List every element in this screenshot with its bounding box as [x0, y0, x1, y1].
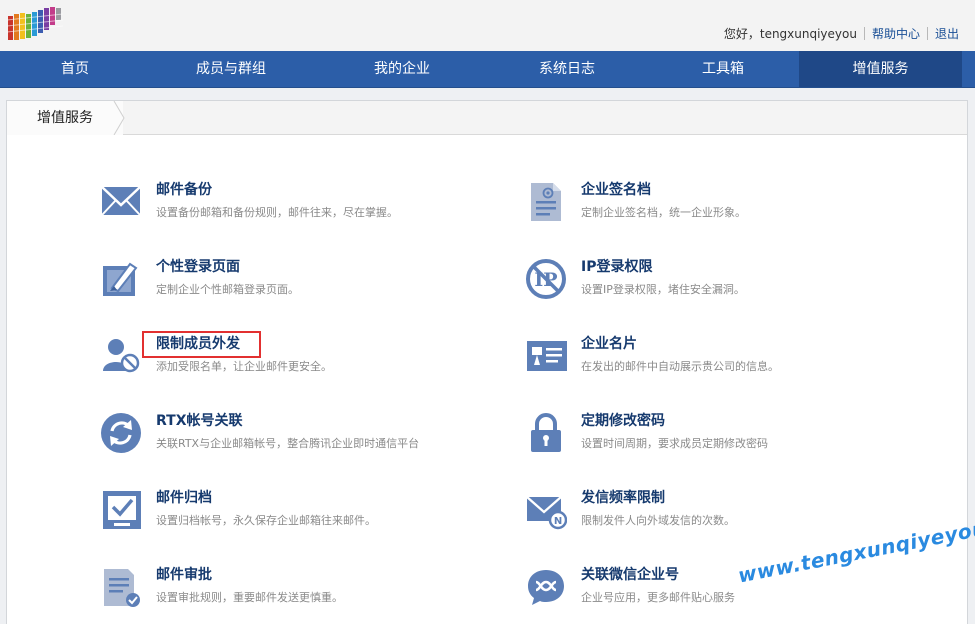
- service-title: 邮件审批: [156, 567, 212, 583]
- service-title: 企业签名档: [581, 182, 651, 198]
- service-custom-login-page[interactable]: 个性登录页面 定制企业个性邮箱登录页面。: [100, 258, 480, 318]
- service-title: 限制成员外发: [156, 336, 240, 352]
- brush-page-icon: [103, 262, 138, 296]
- logout-link[interactable]: 退出: [935, 27, 959, 41]
- service-desc: 在发出的邮件中自动展示贵公司的信息。: [581, 360, 779, 373]
- breadcrumb-arrow-icon: [110, 101, 125, 135]
- svg-text:N: N: [554, 516, 562, 527]
- user-links: 您好，tengxunqiyeyou 帮助中心 退出: [724, 25, 959, 42]
- service-mail-archive[interactable]: 邮件归档 设置归档帐号，永久保存企业邮箱往来邮件。: [100, 489, 480, 549]
- service-business-card[interactable]: 企业名片 在发出的邮件中自动展示贵公司的信息。: [525, 335, 905, 395]
- breadcrumb: 增值服务: [7, 101, 967, 135]
- service-title: 个性登录页面: [156, 259, 240, 275]
- breadcrumb-label: 增值服务: [37, 110, 93, 126]
- service-title: IP登录权限: [581, 259, 653, 275]
- signature-doc-icon: [531, 183, 561, 221]
- service-title: 发信频率限制: [581, 490, 665, 506]
- lock-icon: [531, 413, 561, 452]
- nav-home[interactable]: 首页: [0, 51, 150, 87]
- service-enterprise-signature[interactable]: 企业签名档 定制企业签名档，统一企业形象。: [525, 181, 905, 241]
- service-title: RTX帐号关联: [156, 413, 243, 429]
- sync-icon: [101, 413, 141, 453]
- service-periodic-password-change[interactable]: 定期修改密码 设置时间周期，要求成员定期修改密码: [525, 412, 905, 472]
- service-desc: 设置IP登录权限，堵住安全漏洞。: [581, 283, 745, 296]
- service-desc: 限制发件人向外域发信的次数。: [581, 514, 735, 527]
- service-rtx-account-link[interactable]: RTX帐号关联 关联RTX与企业邮箱帐号，整合腾讯企业即时通信平台: [100, 412, 480, 472]
- service-desc: 设置审批规则，重要邮件发送更慎重。: [156, 591, 343, 604]
- service-title: 邮件归档: [156, 490, 212, 506]
- service-desc: 设置归档帐号，永久保存企业邮箱往来邮件。: [156, 514, 376, 527]
- greeting-text: 您好，tengxunqiyeyou: [723, 27, 857, 41]
- service-restrict-members-outbound[interactable]: 限制成员外发 添加受限名单，让企业邮件更安全。: [100, 335, 480, 395]
- mail-limit-icon: N: [526, 496, 567, 530]
- nav-toolbox[interactable]: 工具箱: [642, 51, 804, 87]
- nav-members-groups[interactable]: 成员与群组: [150, 51, 312, 87]
- service-ip-login-permission[interactable]: IP IP登录权限 设置IP登录权限，堵住安全漏洞。: [525, 258, 905, 318]
- service-desc: 添加受限名单，让企业邮件更安全。: [156, 360, 332, 373]
- service-title: 邮件备份: [156, 182, 212, 198]
- divider: [863, 27, 865, 40]
- archive-icon: [103, 491, 141, 529]
- service-mail-backup[interactable]: 邮件备份 设置备份邮箱和备份规则，邮件往来，尽在掌握。: [100, 181, 480, 241]
- service-wechat-enterprise-link[interactable]: 关联微信企业号 企业号应用，更多邮件贴心服务: [525, 566, 905, 624]
- user-restrict-icon: [103, 339, 140, 373]
- service-send-rate-limit[interactable]: N 发信频率限制 限制发件人向外域发信的次数。: [525, 489, 905, 549]
- ip-block-icon: IP: [526, 259, 566, 299]
- envelope-icon: [101, 186, 141, 216]
- service-mail-approval[interactable]: 邮件审批 设置审批规则，重要邮件发送更慎重。: [100, 566, 480, 624]
- service-title: 定期修改密码: [581, 413, 665, 429]
- service-title: 企业名片: [581, 336, 637, 352]
- service-desc: 企业号应用，更多邮件贴心服务: [581, 591, 735, 604]
- service-desc: 设置时间周期，要求成员定期修改密码: [581, 437, 768, 450]
- wechat-link-icon: [528, 570, 564, 605]
- nav-value-added-services[interactable]: 增值服务: [799, 51, 962, 87]
- company-logo[interactable]: [7, 6, 63, 42]
- approval-doc-icon: [104, 569, 140, 607]
- service-desc: 定制企业个性邮箱登录页面。: [156, 283, 299, 296]
- business-card-icon: [527, 341, 567, 371]
- divider: [926, 27, 928, 40]
- service-title: 关联微信企业号: [581, 567, 679, 583]
- service-desc: 定制企业签名档，统一企业形象。: [581, 206, 746, 219]
- nav-system-log[interactable]: 系统日志: [492, 51, 642, 87]
- help-center-link[interactable]: 帮助中心: [872, 27, 920, 41]
- service-desc: 关联RTX与企业邮箱帐号，整合腾讯企业即时通信平台: [156, 437, 420, 450]
- service-desc: 设置备份邮箱和备份规则，邮件往来，尽在掌握。: [156, 206, 398, 219]
- main-nav: 首页 成员与群组 我的企业 系统日志 工具箱 增值服务: [0, 51, 975, 88]
- nav-my-enterprise[interactable]: 我的企业: [312, 51, 492, 87]
- top-header: 您好，tengxunqiyeyou 帮助中心 退出: [0, 0, 975, 51]
